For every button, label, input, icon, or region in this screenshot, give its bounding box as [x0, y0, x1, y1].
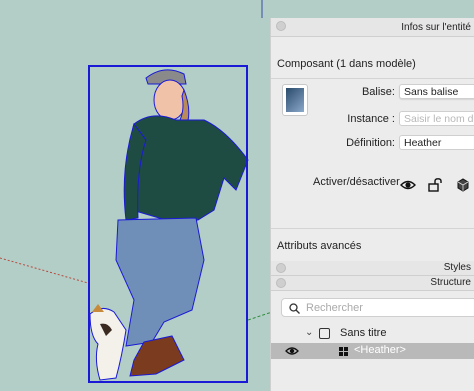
toggle-label: Activer/désactiver: [313, 176, 400, 188]
structure-title: Structure: [430, 277, 471, 288]
tag-dropdown[interactable]: Sans balise: [399, 84, 474, 99]
instance-label: Instance :: [347, 113, 395, 125]
selection-bounding-box: [88, 65, 248, 383]
component-count: Composant (1 dans modèle): [277, 58, 416, 70]
advanced-attributes-label[interactable]: Attributs avancés: [277, 240, 361, 252]
tag-label: Balise:: [361, 86, 395, 98]
eye-icon[interactable]: [400, 178, 416, 192]
model-icon: [319, 328, 330, 339]
divider: [271, 228, 474, 229]
styles-title: Styles: [443, 262, 471, 273]
eye-icon[interactable]: [285, 346, 299, 356]
definition-label: Définition:: [346, 137, 395, 149]
entity-info-title: Infos sur l'entité: [401, 22, 471, 33]
tree-item-root[interactable]: ⌄ Sans titre: [271, 326, 474, 343]
close-icon[interactable]: [276, 278, 286, 288]
unlock-icon[interactable]: [427, 178, 443, 192]
structure-tray-header[interactable]: Structure: [271, 276, 474, 291]
search-placeholder: Rechercher: [306, 302, 363, 314]
chevron-down-icon[interactable]: ⌄: [305, 327, 313, 338]
close-icon[interactable]: [276, 263, 286, 273]
search-icon: [289, 303, 300, 314]
definition-input[interactable]: Heather: [399, 135, 474, 150]
entity-info-panel: Infos sur l'entité Composant (1 dans mod…: [270, 18, 474, 391]
styles-tray-header[interactable]: Styles: [271, 261, 474, 276]
entity-info-header[interactable]: Infos sur l'entité: [271, 18, 474, 37]
structure-search-input[interactable]: Rechercher: [281, 298, 474, 317]
close-icon[interactable]: [276, 21, 286, 31]
component-thumbnail[interactable]: [282, 84, 308, 116]
instance-input[interactable]: Saisir le nom de l'instance: [399, 111, 474, 126]
divider: [271, 78, 474, 79]
tree-item-label: <Heather>: [354, 344, 406, 356]
shadow-cube-icon[interactable]: [455, 178, 471, 192]
tree-item-label: Sans titre: [340, 327, 387, 339]
component-icon: [339, 347, 348, 356]
tree-item-heather[interactable]: <Heather>: [271, 343, 474, 359]
